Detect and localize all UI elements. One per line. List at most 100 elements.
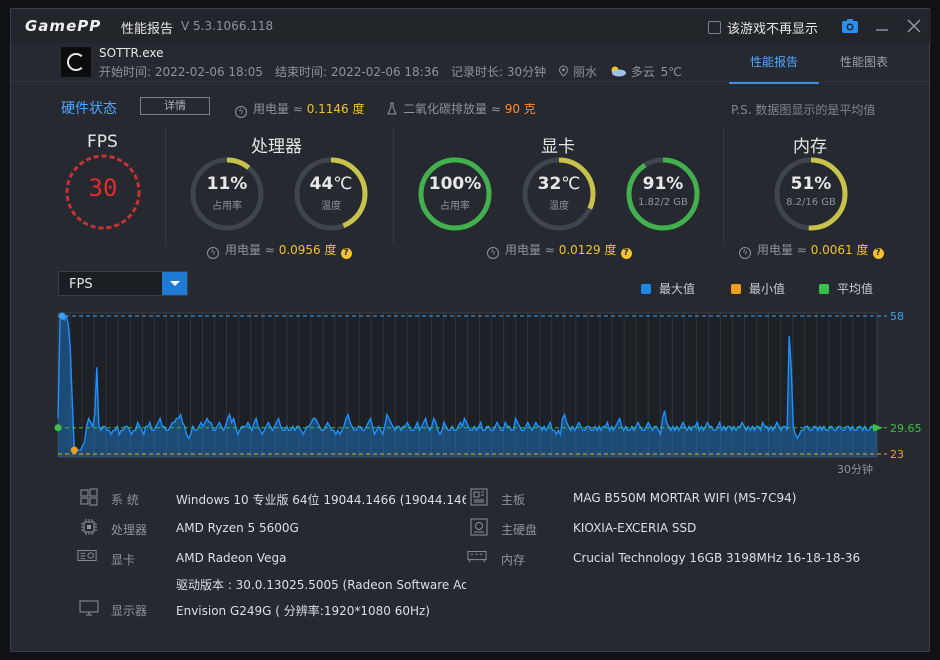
gpu-usage-value: 100% (428, 174, 482, 194)
end-time: 结束时间: 2022-02-06 18:36 (275, 65, 439, 79)
fps-chart: 58 29.65 23 (54, 310, 922, 461)
gpu-usage-gauge: 100% 占用率 (415, 154, 495, 234)
gpu-energy: ϟ 用电量 ≈ 0.0129 度? (487, 241, 632, 259)
motherboard-key: 主板 (501, 493, 526, 507)
legend-swatch-min (731, 283, 741, 294)
header-divider (11, 81, 931, 82)
divider (723, 127, 724, 245)
cpu-temp-ring (294, 157, 368, 231)
ref-label-min: 23 (890, 448, 904, 461)
gpu-temp-ring (522, 157, 596, 231)
exe-name: SOTTR.exe (99, 46, 164, 60)
gpu-icon (77, 550, 97, 562)
details-button[interactable]: 详情 (140, 97, 210, 115)
gpu-memory-gauge: 91% 1.82/2 GB (623, 154, 703, 234)
total-energy-value: 0.1146 度 (306, 102, 365, 116)
co2-value: 90 克 (504, 102, 536, 116)
tab-performance-report[interactable]: 性能报告 (729, 53, 819, 84)
metric-dropdown-value: FPS (69, 277, 93, 292)
min-point-marker (70, 446, 78, 454)
start-time: 开始时间: 2022-02-06 18:05 (99, 65, 263, 79)
memory-energy-value: 0.0061 度 (810, 243, 869, 257)
cpu-usage-value: 11% (206, 174, 248, 194)
legend-avg: 平均值 (819, 280, 873, 297)
close-icon[interactable] (905, 17, 923, 35)
ref-label-max: 58 (890, 310, 904, 323)
hardware-status-title: 硬件状态 (61, 101, 117, 117)
fps-gauge: 30 (63, 152, 143, 232)
gamepp-logo: GamePP (25, 17, 102, 35)
legend-swatch-max (641, 283, 651, 294)
metric-dropdown[interactable]: FPS (58, 271, 188, 296)
monitor-icon (79, 600, 99, 616)
memory-energy: ϟ 用电量 ≈ 0.0061 度? (739, 241, 884, 259)
lightning-icon: ϟ (235, 106, 247, 118)
weather: 多云 5℃ (609, 63, 682, 80)
legend-max: 最大值 (641, 280, 695, 297)
cpu-usage-gauge: 11% 占用率 (187, 154, 267, 234)
report-tabs: 性能报告 性能图表 (729, 53, 909, 84)
disk-value: KIOXIA-EXCERIA SSD (573, 521, 697, 535)
checkbox-box[interactable] (708, 21, 721, 34)
record-duration: 记录时长: 30分钟 (451, 65, 547, 79)
duration-axis-label: 30分钟 (837, 463, 873, 476)
camera-icon[interactable] (841, 17, 859, 35)
ram-value: Crucial Technology 16GB 3198MHz 16-18-18… (573, 551, 861, 565)
chevron-down-icon[interactable] (162, 272, 187, 295)
cpu-temp-label: 温度 (321, 201, 341, 212)
lightning-icon: ϟ (739, 247, 751, 259)
version-label: V 5.3.1066.118 (181, 19, 274, 33)
title-bar: GamePP 性能报告 V 5.3.1066.118 该游戏不再显示 (11, 9, 931, 43)
hide-game-checkbox[interactable]: 该游戏不再显示 (708, 18, 818, 37)
ram-icon (467, 551, 487, 563)
gpu-memory-label: 1.82/2 GB (638, 197, 688, 208)
memory-usage-ring (774, 157, 848, 231)
performance-report-window: GamePP 性能报告 V 5.3.1066.118 该游戏不再显示 SOTTR… (10, 8, 931, 652)
disk-key: 主硬盘 (501, 523, 538, 537)
memory-usage-gauge: 51% 8.2/16 GB (771, 154, 851, 234)
motherboard-value: MAG B550M MORTAR WIFI (MS-7C94) (573, 491, 797, 505)
help-icon[interactable]: ? (620, 248, 632, 259)
help-icon[interactable]: ? (340, 248, 352, 259)
legend-min: 最小值 (731, 280, 785, 297)
cpu-usage-label: 占用率 (212, 201, 242, 212)
gauge-arc (418, 157, 492, 231)
game-app-icon (61, 47, 91, 77)
monitor-key: 显示器 (111, 604, 148, 618)
cpu-temp-value: 44℃ (309, 174, 353, 194)
divider (165, 127, 166, 245)
minimize-icon[interactable] (873, 17, 891, 35)
gpu-driver-value: 驱动版本 : 30.0.13025.5005 (Radeon Software … (176, 578, 466, 592)
temperature: 5℃ (660, 65, 682, 79)
tab-performance-charts[interactable]: 性能图表 (819, 53, 909, 84)
co2-emission: 二氧化碳排放量 ≈ 90 克 (387, 100, 536, 117)
monitor-value: Envision G249G ( 分辨率:1920*1080 60Hz) (176, 604, 430, 618)
lightning-icon: ϟ (207, 247, 219, 259)
memory-usage-value: 51% (790, 174, 832, 194)
gpu-memory-ring (626, 157, 700, 231)
gpu-value: AMD Radeon Vega (176, 551, 287, 565)
co2-flask-icon (387, 102, 397, 115)
legend-swatch-avg (819, 283, 829, 294)
motherboard-icon (470, 488, 488, 506)
windows-icon (80, 488, 98, 506)
window-title: 性能报告 (121, 22, 174, 37)
gpu-energy-value: 0.0129 度 (558, 243, 617, 257)
divider (393, 127, 394, 245)
fps-title: FPS (87, 132, 118, 152)
max-point-marker (58, 312, 66, 320)
gpu-key: 显卡 (111, 553, 136, 567)
chart-note: P.S. 数据图显示的是平均值 (731, 103, 876, 117)
ref-label-avg: 29.65 (890, 422, 922, 435)
help-icon[interactable]: ? (872, 248, 884, 259)
cpu-usage-ring (190, 157, 264, 231)
weather-text: 多云 (630, 65, 655, 79)
system-key: 系 统 (111, 493, 139, 507)
gpu-temp-value: 32℃ (537, 174, 581, 194)
system-value: Windows 10 专业版 64位 19044.1466 (19044.146… (176, 493, 466, 507)
hide-game-label: 该游戏不再显示 (727, 22, 819, 37)
cpu-value: AMD Ryzen 5 5600G (176, 521, 299, 535)
cloudy-icon (611, 66, 626, 77)
cpu-energy: ϟ 用电量 ≈ 0.0956 度? (207, 241, 352, 259)
legend-label-min: 最小值 (749, 282, 786, 296)
